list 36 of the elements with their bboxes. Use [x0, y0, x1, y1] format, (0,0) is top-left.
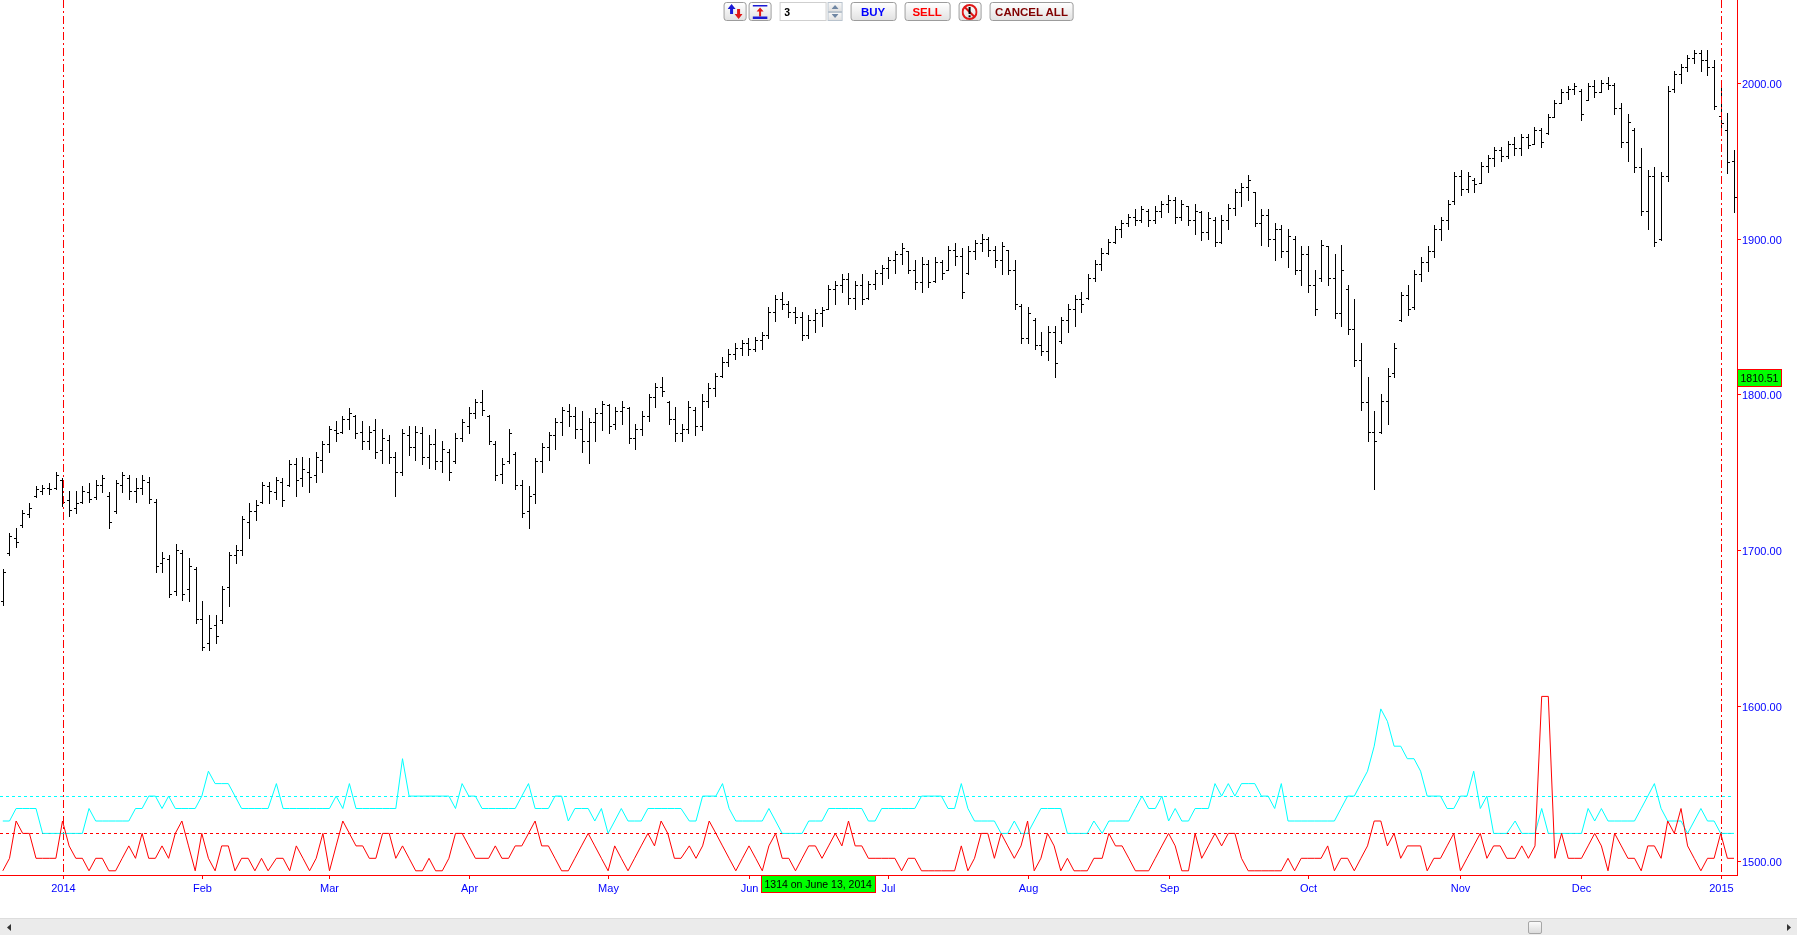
up-down-arrows-icon	[727, 4, 743, 19]
price-scale-label: 2000.00	[1742, 77, 1782, 90]
up-down-arrows-button[interactable]	[723, 2, 747, 21]
date-scale-label: Nov	[1450, 882, 1471, 894]
prohibition-button[interactable]	[958, 2, 982, 21]
arrow-between-lines-icon	[752, 4, 768, 19]
price-tag: 1810.51	[1737, 369, 1782, 387]
date-scale-label: Feb	[193, 882, 212, 894]
number-field[interactable]: 3	[779, 2, 827, 21]
scrollbar-thumb[interactable]	[1527, 920, 1542, 934]
date-scale-label: Dec	[1571, 882, 1592, 894]
price-scale-label: 1500.00	[1742, 855, 1782, 868]
date-scale-label: 2014	[51, 882, 76, 894]
date-scale-label: Jun	[740, 882, 759, 894]
prohibition-icon	[961, 3, 978, 20]
date-scale-label: 2015	[1709, 882, 1734, 894]
date-scale-label: Mar	[320, 882, 339, 894]
price-scale-label: 1800.00	[1742, 388, 1782, 401]
action-button[interactable]: BUY	[850, 2, 897, 21]
caret-left-icon	[6, 923, 11, 931]
price-scale-label: 1900.00	[1742, 233, 1782, 246]
date-scale-label: Aug	[1018, 882, 1039, 894]
horizontal-scrollbar[interactable]	[0, 918, 1797, 935]
date-scale-label: Oct	[1299, 882, 1318, 894]
date-tag: 1314 on June 13, 2014	[761, 875, 876, 893]
action-button[interactable]: CANCEL ALL	[989, 2, 1074, 21]
caret-down-icon	[831, 14, 839, 19]
arrow-lines-button[interactable]	[748, 2, 772, 21]
date-scale-label: Sep	[1159, 882, 1180, 894]
caret-right-icon	[1786, 923, 1791, 931]
date-scale-label: Jul	[881, 882, 896, 894]
caret-up-icon	[831, 4, 839, 9]
date-scale-label: May	[598, 882, 619, 894]
price-scale-label: 1600.00	[1742, 700, 1782, 713]
date-scale-label: Apr	[460, 882, 479, 894]
price-scale-label: 1700.00	[1742, 544, 1782, 557]
